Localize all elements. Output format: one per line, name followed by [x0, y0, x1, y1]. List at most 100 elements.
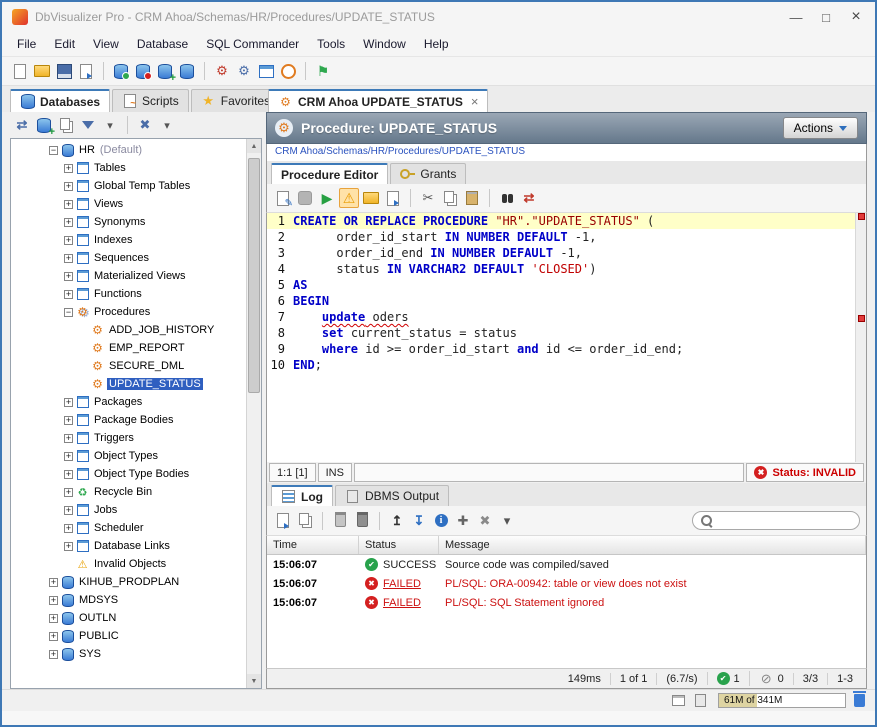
- log-row[interactable]: 15:06:07FAILEDPL/SQL: SQL Statement igno…: [267, 593, 866, 612]
- disconnect-database-icon[interactable]: [133, 61, 153, 81]
- expand-icon[interactable]: +: [64, 488, 73, 497]
- stop-icon[interactable]: [295, 188, 315, 208]
- log-row[interactable]: 15:06:07FAILEDPL/SQL: ORA-00942: table o…: [267, 574, 866, 593]
- export-icon[interactable]: [76, 61, 96, 81]
- tab-crm-ahoa-update-status[interactable]: CRM Ahoa UPDATE_STATUS ×: [268, 89, 488, 112]
- copy-log-icon[interactable]: [295, 511, 315, 531]
- menu-tools[interactable]: Tools: [308, 34, 354, 54]
- tab-scripts[interactable]: Scripts: [112, 89, 189, 112]
- search-input[interactable]: [718, 515, 851, 527]
- log-search-box[interactable]: [692, 511, 860, 530]
- scroll-down-icon[interactable]: ▼: [247, 674, 261, 688]
- expand-icon[interactable]: +: [64, 236, 73, 245]
- actions-button[interactable]: Actions: [783, 117, 858, 139]
- execute-icon[interactable]: [317, 188, 337, 208]
- code-line-1[interactable]: 1CREATE OR REPLACE PROCEDURE "HR"."UPDAT…: [267, 213, 855, 229]
- collapse-icon[interactable]: −: [64, 308, 73, 317]
- error-marker[interactable]: [858, 315, 865, 322]
- tab-databases[interactable]: Databases: [10, 89, 110, 112]
- menu-view[interactable]: View: [84, 34, 128, 54]
- tree-item-mdsys[interactable]: +MDSYS: [11, 591, 246, 609]
- load-from-file-icon[interactable]: [361, 188, 381, 208]
- tree-item-invalid-objects[interactable]: Invalid Objects: [11, 555, 246, 573]
- expand-icon[interactable]: +: [64, 542, 73, 551]
- tree-item-synonyms[interactable]: +Synonyms: [11, 213, 246, 231]
- open-file-icon[interactable]: [32, 61, 52, 81]
- tree-item-outln[interactable]: +OUTLN: [11, 609, 246, 627]
- scrollbar-track[interactable]: [247, 153, 261, 674]
- expand-icon[interactable]: +: [64, 434, 73, 443]
- run-script-icon[interactable]: [313, 61, 333, 81]
- remove-entries-icon[interactable]: [352, 511, 372, 531]
- navigate-connections-icon[interactable]: [12, 115, 32, 135]
- tree-item-secure-dml[interactable]: SECURE_DML: [11, 357, 246, 375]
- close-button[interactable]: ×: [841, 4, 871, 30]
- find-replace-icon[interactable]: [497, 188, 517, 208]
- show-errors-icon[interactable]: [339, 188, 359, 208]
- expand-icon[interactable]: +: [64, 272, 73, 281]
- filter-options-icon[interactable]: [100, 115, 120, 135]
- error-marker[interactable]: [858, 213, 865, 220]
- scrollbar-thumb[interactable]: [248, 158, 260, 392]
- code-line-6[interactable]: 6BEGIN: [267, 293, 855, 309]
- menu-file[interactable]: File: [8, 34, 45, 54]
- expand-icon[interactable]: +: [49, 614, 58, 623]
- column-header-message[interactable]: Message: [439, 536, 866, 554]
- export-procedure-icon[interactable]: [383, 188, 403, 208]
- tab-dbms-output[interactable]: DBMS Output: [335, 485, 449, 506]
- tree-item-functions[interactable]: +Functions: [11, 285, 246, 303]
- tree-item-packages[interactable]: +Packages: [11, 393, 246, 411]
- code-line-7[interactable]: 7 update oders: [267, 309, 855, 325]
- scroll-up-icon[interactable]: ▲: [247, 139, 261, 153]
- log-options-icon[interactable]: [497, 511, 517, 531]
- tree-item-database-links[interactable]: +Database Links: [11, 537, 246, 555]
- tree-scrollbar[interactable]: ▲ ▼: [246, 139, 261, 688]
- code-line-2[interactable]: 2 order_id_start IN NUMBER DEFAULT -1,: [267, 229, 855, 245]
- menu-database[interactable]: Database: [128, 34, 197, 54]
- log-details-icon[interactable]: [431, 511, 451, 531]
- compare-icon[interactable]: [519, 188, 539, 208]
- clear-log-icon[interactable]: [330, 511, 350, 531]
- menu-edit[interactable]: Edit: [45, 34, 84, 54]
- scroll-to-bottom-icon[interactable]: [409, 511, 429, 531]
- tree-item-package-bodies[interactable]: +Package Bodies: [11, 411, 246, 429]
- tab-grants[interactable]: Grants: [390, 163, 466, 184]
- tree-item-scheduler[interactable]: +Scheduler: [11, 519, 246, 537]
- expand-icon[interactable]: +: [64, 524, 73, 533]
- scroll-to-top-icon[interactable]: [387, 511, 407, 531]
- new-file-icon[interactable]: [10, 61, 30, 81]
- code-line-8[interactable]: 8 set current_status = status: [267, 325, 855, 341]
- tab-procedure-editor[interactable]: Procedure Editor: [271, 163, 388, 184]
- column-header-time[interactable]: Time: [267, 536, 359, 554]
- tree-item-object-type-bodies[interactable]: +Object Type Bodies: [11, 465, 246, 483]
- tree-item-object-types[interactable]: +Object Types: [11, 447, 246, 465]
- create-connection-icon[interactable]: [34, 115, 54, 135]
- code-line-5[interactable]: 5AS: [267, 277, 855, 293]
- code-line-4[interactable]: 4 status IN VARCHAR2 DEFAULT 'CLOSED'): [267, 261, 855, 277]
- minimize-button[interactable]: —: [781, 4, 811, 30]
- tree-item-materialized-views[interactable]: +Materialized Views: [11, 267, 246, 285]
- tree-item-triggers[interactable]: +Triggers: [11, 429, 246, 447]
- expand-icon[interactable]: +: [64, 254, 73, 263]
- disconnect-all-icon[interactable]: [135, 115, 155, 135]
- column-header-status[interactable]: Status: [359, 536, 439, 554]
- tree-item-kihub-prodplan[interactable]: +KIHUB_PRODPLAN: [11, 573, 246, 591]
- expand-icon[interactable]: +: [64, 398, 73, 407]
- scheduler-icon[interactable]: [278, 61, 298, 81]
- tree-item-views[interactable]: +Views: [11, 195, 246, 213]
- fit-columns-icon[interactable]: [453, 511, 473, 531]
- expand-icon[interactable]: +: [64, 182, 73, 191]
- tree-item-add-job-history[interactable]: ADD_JOB_HISTORY: [11, 321, 246, 339]
- tab-log[interactable]: Log: [271, 485, 333, 506]
- filter-icon[interactable]: [78, 115, 98, 135]
- save-icon[interactable]: [54, 61, 74, 81]
- add-connection-icon[interactable]: [155, 61, 175, 81]
- copy-icon[interactable]: [440, 188, 460, 208]
- code-line-3[interactable]: 3 order_id_end IN NUMBER DEFAULT -1,: [267, 245, 855, 261]
- tab-close-icon[interactable]: ×: [471, 94, 479, 109]
- tree-item-update-status[interactable]: UPDATE_STATUS: [11, 375, 246, 393]
- driver-manager-icon[interactable]: [234, 61, 254, 81]
- row-indicator-icon[interactable]: [690, 691, 710, 711]
- collapse-icon[interactable]: −: [49, 146, 58, 155]
- tree-item-indexes[interactable]: +Indexes: [11, 231, 246, 249]
